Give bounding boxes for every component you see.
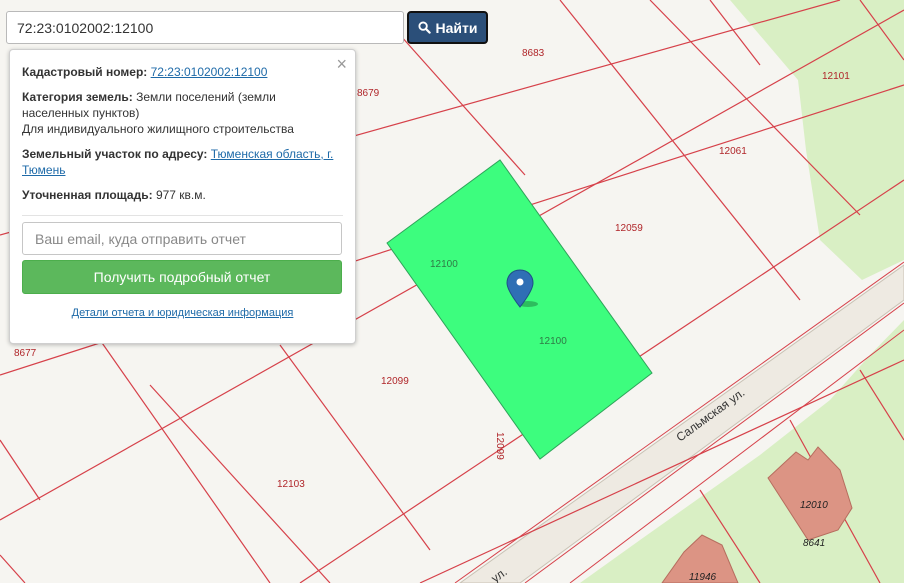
area-label: Уточненная площадь:	[22, 188, 153, 202]
get-report-button[interactable]: Получить подробный отчет	[22, 260, 342, 294]
report-details-link[interactable]: Детали отчета и юридическая информация	[22, 307, 343, 319]
parcel-label: 12099	[381, 376, 409, 387]
parcel-label-selected: 12100	[539, 336, 567, 347]
search-input[interactable]	[6, 11, 404, 44]
parcel-label: 8683	[522, 48, 545, 59]
parcel-label: 12099	[494, 432, 505, 460]
parcel-label: 8641	[803, 538, 825, 549]
parcel-label: 8677	[14, 348, 37, 359]
area-row: Уточненная площадь: 977 кв.м.	[22, 187, 343, 203]
email-field[interactable]	[22, 222, 342, 255]
cadastral-number-label: Кадастровый номер:	[22, 65, 148, 79]
address-label: Земельный участок по адресу:	[22, 147, 208, 161]
divider	[22, 215, 343, 216]
cadastral-number-link[interactable]: 72:23:0102002:12100	[151, 65, 268, 79]
address-row: Земельный участок по адресу: Тюменская о…	[22, 146, 343, 178]
building-label: 11946	[689, 572, 717, 583]
search-icon	[417, 21, 431, 34]
parcel-label: 12103	[277, 479, 305, 490]
search-button[interactable]: Найти	[407, 11, 488, 44]
parcel-label: 12059	[615, 223, 643, 234]
land-use-value: Для индивидуального жилищного строительс…	[22, 122, 294, 136]
close-icon[interactable]: ×	[336, 55, 347, 73]
parcel-info-popup: × Кадастровый номер: 72:23:0102002:12100…	[9, 49, 356, 344]
area-value: 977 кв.м.	[155, 188, 206, 202]
parcel-label: 8679	[357, 88, 380, 99]
building-label: 12010	[800, 500, 828, 511]
parcel-label: 12061	[719, 146, 747, 157]
parcel-label: 12101	[822, 71, 850, 82]
parcel-label-selected: 12100	[430, 259, 458, 270]
land-category-row: Категория земель: Земли поселений (земли…	[22, 89, 343, 137]
cadastral-number-row: Кадастровый номер: 72:23:0102002:12100	[22, 64, 343, 80]
land-category-label: Категория земель:	[22, 90, 133, 104]
search-button-label: Найти	[435, 19, 478, 36]
